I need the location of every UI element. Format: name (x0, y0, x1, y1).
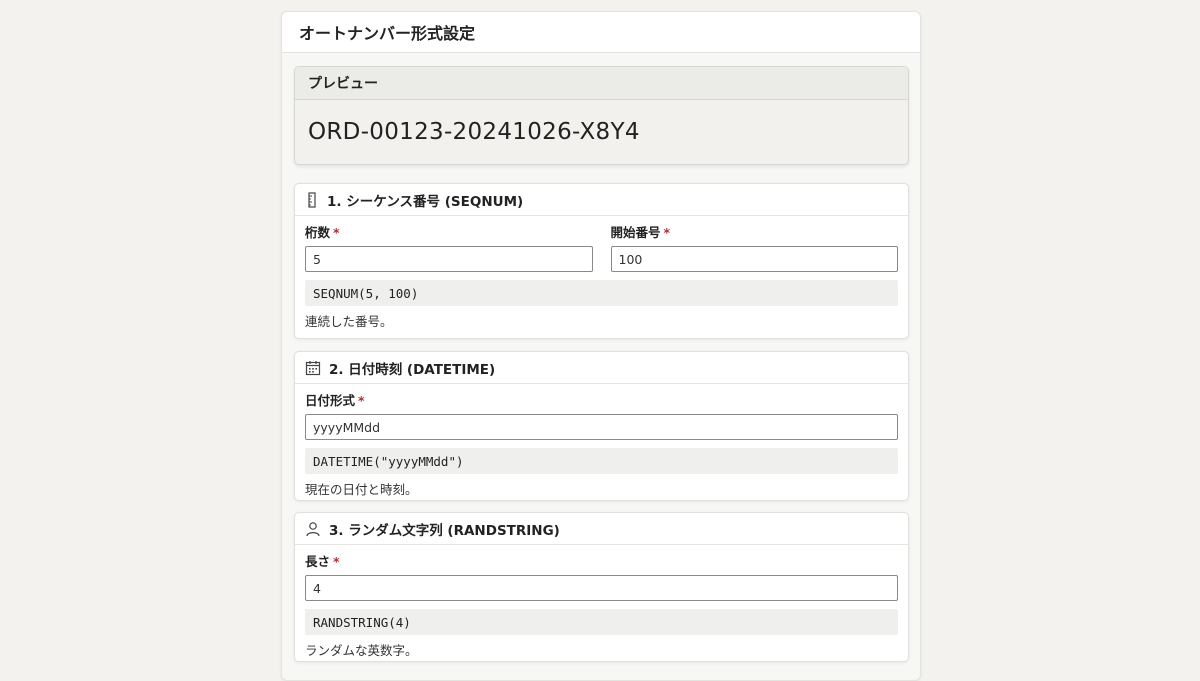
seqnum-formula: SEQNUM(5, 100) (305, 280, 898, 306)
autonumber-format-panel: オートナンバー形式設定 プレビュー ORD-00123-20241026-X8Y… (281, 11, 921, 681)
calendar-icon (305, 360, 321, 375)
date-format-input[interactable]: yyyyMMdd (305, 414, 898, 440)
start-number-label: 開始番号 * (610, 225, 671, 240)
randstring-section-title: 3. ランダム文字列 (RANDSTRING) (329, 522, 560, 539)
digits-input[interactable]: 5 (305, 246, 593, 272)
digits-label: 桁数 * (305, 225, 340, 240)
seqnum-section-title: 1. シーケンス番号 (SEQNUM) (327, 193, 524, 210)
preview-value: ORD-00123-20241026-X8Y4 (308, 119, 640, 145)
panel-title: オートナンバー形式設定 (282, 12, 920, 53)
preview-title: プレビュー (295, 67, 908, 100)
datetime-section-title: 2. 日付時刻 (DATETIME) (329, 361, 496, 378)
required-marker: * (358, 393, 365, 408)
required-marker: * (663, 225, 671, 240)
preview-box: プレビュー ORD-00123-20241026-X8Y4 (294, 66, 909, 165)
seqnum-description: 連続した番号。 (305, 314, 393, 329)
randstring-description: ランダムな英数字。 (305, 643, 418, 658)
start-number-input[interactable]: 100 (610, 246, 898, 272)
required-marker: * (333, 225, 340, 240)
length-input[interactable]: 4 (305, 575, 898, 601)
person-icon (306, 521, 320, 536)
date-format-label: 日付形式 * (305, 393, 365, 408)
datetime-description: 現在の日付と時刻。 (305, 482, 418, 497)
datetime-section-header: 2. 日付時刻 (DATETIME) (295, 352, 908, 384)
seqnum-section: 1. シーケンス番号 (SEQNUM) 桁数 * 5 開始番号 * 100 SEQN… (294, 183, 909, 339)
randstring-section: 3. ランダム文字列 (RANDSTRING) 長さ * 4 RANDSTRING… (294, 512, 909, 662)
ruler-icon (308, 191, 316, 208)
datetime-formula: DATETIME("yyyyMMdd") (305, 448, 898, 474)
seqnum-section-header: 1. シーケンス番号 (SEQNUM) (295, 184, 908, 216)
datetime-section: 2. 日付時刻 (DATETIME) 日付形式 * yyyyMMdd DATETI… (294, 351, 909, 501)
required-marker: * (333, 554, 340, 569)
length-label: 長さ * (305, 554, 340, 569)
randstring-section-header: 3. ランダム文字列 (RANDSTRING) (295, 513, 908, 545)
randstring-formula: RANDSTRING(4) (305, 609, 898, 635)
